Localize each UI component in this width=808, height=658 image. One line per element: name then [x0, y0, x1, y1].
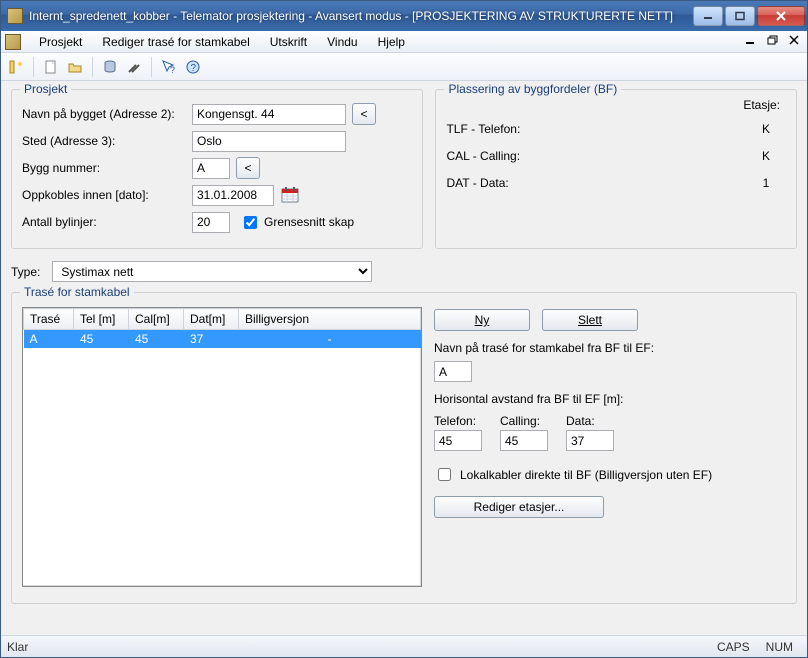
open-icon[interactable]	[66, 58, 84, 76]
new-doc-icon[interactable]	[42, 58, 60, 76]
col-cal[interactable]: Cal[m]	[129, 309, 184, 330]
menu-utskrift[interactable]: Utskrift	[262, 33, 315, 51]
label-navn-trase: Navn på trasé for stamkabel fra BF til E…	[434, 341, 786, 355]
bf-group: Plassering av byggfordeler (BF) Etasje: …	[435, 89, 797, 249]
label-calling: Calling:	[500, 414, 548, 428]
value-dat: 1	[746, 176, 786, 190]
navn-back-button[interactable]: <	[352, 103, 376, 125]
trase-group-title: Trasé for stamkabel	[20, 285, 134, 299]
mdi-restore-button[interactable]	[765, 33, 781, 47]
toolbar-separator	[151, 57, 152, 77]
statusbar: Klar CAPS NUM	[1, 635, 807, 657]
close-button[interactable]	[757, 6, 805, 26]
label-telefon: Telefon:	[434, 414, 482, 428]
label-lokalkabler: Lokalkabler direkte til BF (Billigversjo…	[460, 468, 712, 482]
label-grensesnitt: Grensesnitt skap	[264, 215, 354, 229]
checkbox-lokalkabler[interactable]	[438, 468, 451, 481]
label-data: Data:	[566, 414, 614, 428]
project-group-title: Prosjekt	[20, 82, 71, 96]
input-dato[interactable]	[192, 185, 274, 206]
cell-billig: -	[239, 330, 421, 349]
menu-hjelp[interactable]: Hjelp	[370, 33, 413, 51]
window-title: Internt_spredenett_kobber - Telemator pr…	[29, 9, 693, 23]
value-cal: K	[746, 149, 786, 163]
table-header-row: Trasé Tel [m] Cal[m] Dat[m] Billigversjo…	[24, 309, 421, 330]
byggnr-back-button[interactable]: <	[236, 157, 260, 179]
label-etasje: Etasje:	[726, 98, 786, 112]
label-antall: Antall bylinjer:	[22, 215, 192, 229]
trase-side-panel: Ny Slett Navn på trasé for stamkabel fra…	[434, 307, 786, 593]
ny-button[interactable]: Ny	[434, 309, 530, 331]
label-type: Type:	[11, 265, 40, 279]
menu-vindu[interactable]: Vindu	[319, 33, 365, 51]
label-navn: Navn på bygget (Adresse 2):	[22, 107, 192, 121]
select-type[interactable]: Systimax nett	[52, 261, 372, 282]
maximize-button[interactable]	[725, 6, 755, 26]
label-dat: DAT - Data:	[446, 176, 596, 190]
input-antall[interactable]	[192, 212, 230, 233]
label-sted: Sted (Adresse 3):	[22, 134, 192, 148]
menu-rediger-trase[interactable]: Rediger trasé for stamkabel	[94, 33, 257, 51]
menubar: Prosjekt Rediger trasé for stamkabel Uts…	[1, 31, 807, 53]
status-caps: CAPS	[709, 640, 758, 654]
content-area: Prosjekt Navn på bygget (Adresse 2): < S…	[1, 81, 807, 635]
context-help-icon[interactable]: ?	[160, 58, 178, 76]
trase-group: Trasé for stamkabel Trasé Tel [m] Cal[m]…	[11, 292, 797, 604]
cell-cal: 45	[129, 330, 184, 349]
input-telefon[interactable]	[434, 430, 482, 451]
col-dat[interactable]: Dat[m]	[184, 309, 239, 330]
rediger-etasjer-button[interactable]: Rediger etasjer...	[434, 496, 604, 518]
cell-trase: A	[24, 330, 74, 349]
mdi-minimize-button[interactable]	[743, 33, 759, 47]
wizard-icon[interactable]	[7, 58, 25, 76]
tools-icon[interactable]	[125, 58, 143, 76]
cell-tel: 45	[74, 330, 129, 349]
slett-button[interactable]: Slett	[542, 309, 638, 331]
col-billig[interactable]: Billigversjon	[239, 309, 421, 330]
project-group: Prosjekt Navn på bygget (Adresse 2): < S…	[11, 89, 423, 249]
mdi-close-button[interactable]	[787, 33, 803, 47]
svg-text:?: ?	[191, 63, 197, 74]
status-text: Klar	[7, 640, 28, 654]
status-num: NUM	[758, 640, 801, 654]
trase-table[interactable]: Trasé Tel [m] Cal[m] Dat[m] Billigversjo…	[22, 307, 422, 587]
toolbar: ? ?	[1, 53, 807, 81]
toolbar-separator	[33, 57, 34, 77]
help-icon[interactable]: ?	[184, 58, 202, 76]
menu-prosjekt[interactable]: Prosjekt	[31, 33, 90, 51]
app-window: Internt_spredenett_kobber - Telemator pr…	[0, 0, 808, 658]
checkbox-grensesnitt[interactable]	[244, 216, 257, 229]
col-tel[interactable]: Tel [m]	[74, 309, 129, 330]
database-icon[interactable]	[101, 58, 119, 76]
toolbar-separator	[92, 57, 93, 77]
label-cal: CAL - Calling:	[446, 149, 596, 163]
input-sted[interactable]	[192, 131, 346, 152]
svg-text:?: ?	[170, 65, 175, 75]
label-oppkobles: Oppkobles innen [dato]:	[22, 188, 192, 202]
input-navn[interactable]	[192, 104, 346, 125]
value-tlf: K	[746, 122, 786, 136]
label-tlf: TLF - Telefon:	[446, 122, 596, 136]
calendar-icon[interactable]	[280, 185, 300, 205]
input-data[interactable]	[566, 430, 614, 451]
col-trase[interactable]: Trasé	[24, 309, 74, 330]
titlebar[interactable]: Internt_spredenett_kobber - Telemator pr…	[1, 1, 807, 31]
label-byggnr: Bygg nummer:	[22, 161, 192, 175]
table-row[interactable]: A 45 45 37 -	[24, 330, 421, 349]
input-calling[interactable]	[500, 430, 548, 451]
input-navn-trase[interactable]	[434, 361, 472, 382]
minimize-button[interactable]	[693, 6, 723, 26]
bf-group-title: Plassering av byggfordeler (BF)	[444, 82, 621, 96]
app-icon	[7, 8, 23, 24]
cell-dat: 37	[184, 330, 239, 349]
label-avstand: Horisontal avstand fra BF til EF [m]:	[434, 392, 786, 406]
input-byggnr[interactable]	[192, 158, 230, 179]
menubar-app-icon	[5, 34, 21, 50]
